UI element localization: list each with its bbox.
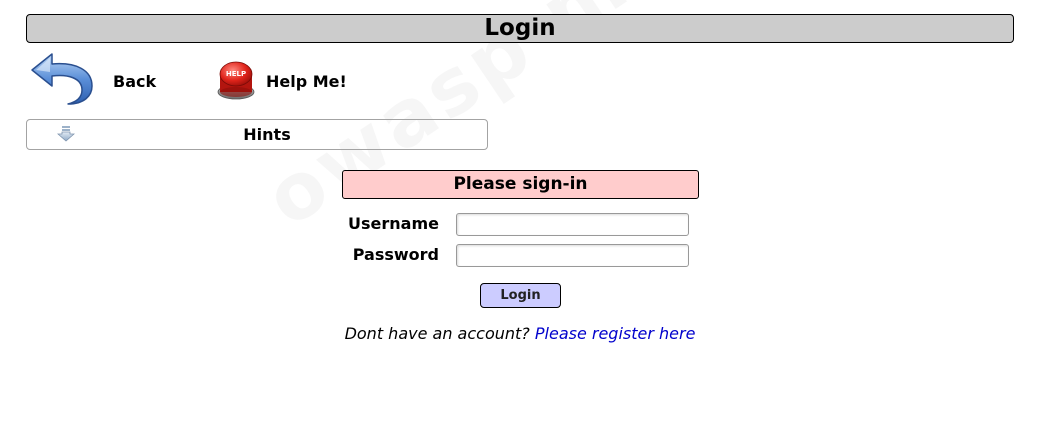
username-label: Username [348, 214, 439, 233]
signin-header: Please sign-in [342, 170, 699, 199]
register-line: Dont have an account? Please register he… [0, 324, 1040, 343]
hints-label[interactable]: Hints [27, 125, 507, 144]
signin-header-text: Please sign-in [453, 174, 588, 194]
back-arrow-icon[interactable] [30, 50, 94, 112]
login-button[interactable]: Login [480, 283, 561, 308]
username-input[interactable] [456, 213, 689, 236]
login-page: owasp mutillidae Login Back [0, 0, 1050, 421]
page-title-bar: Login [26, 14, 1014, 43]
help-link[interactable]: HELP Help Me! [214, 58, 347, 104]
hints-toggle[interactable]: Hints [26, 119, 488, 150]
password-label: Password [352, 245, 439, 264]
back-label[interactable]: Back [113, 72, 156, 91]
password-input[interactable] [456, 244, 689, 267]
no-account-text: Dont have an account? [344, 324, 535, 343]
help-label[interactable]: Help Me! [266, 72, 347, 91]
help-icon-text: HELP [226, 70, 246, 78]
help-button-icon[interactable]: HELP [214, 56, 258, 106]
page-title: Login [484, 15, 556, 41]
register-link[interactable]: Please register here [535, 324, 696, 343]
back-link[interactable]: Back [30, 52, 156, 110]
